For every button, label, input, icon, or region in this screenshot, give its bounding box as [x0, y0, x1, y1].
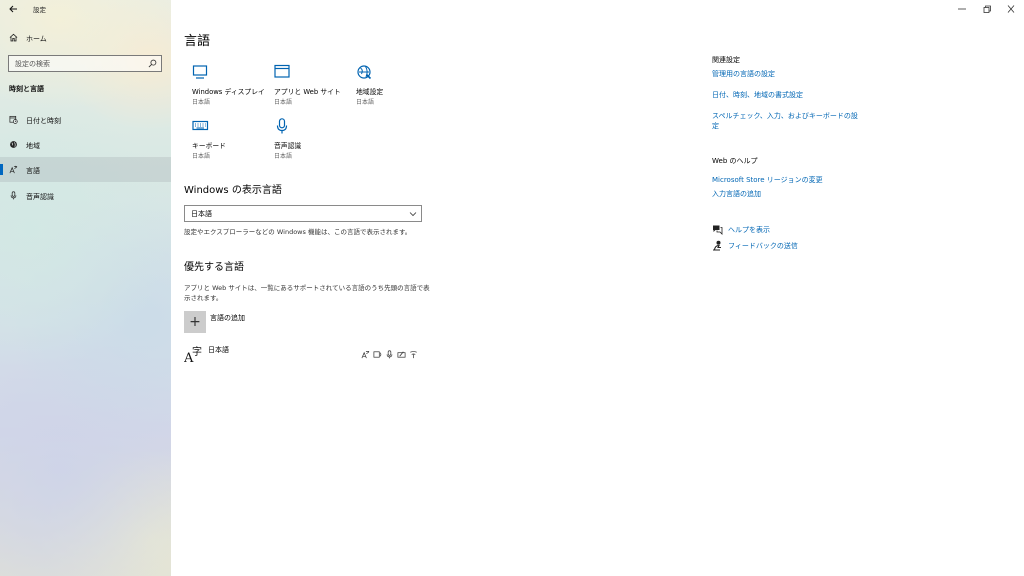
sidebar-item-language[interactable]: 言語: [0, 157, 171, 182]
basic-typing-icon: [409, 344, 418, 359]
sidebar-item-label: 言語: [26, 167, 40, 175]
text-to-speech-icon: [373, 344, 382, 358]
related-settings-heading: 関連設定: [712, 56, 740, 64]
display-language-select[interactable]: 日本語: [184, 205, 422, 222]
back-button[interactable]: [5, 2, 21, 16]
tile-title: キーボード: [192, 142, 226, 150]
back-arrow-icon: [9, 5, 17, 13]
home-icon: [9, 33, 18, 42]
tile-subtitle: 日本語: [274, 153, 293, 160]
add-language-label[interactable]: 言語の追加: [210, 313, 245, 323]
sidebar-item-label: 日付と時刻: [26, 117, 61, 125]
tile-speech[interactable]: 音声認識 日本語: [274, 118, 354, 162]
get-help-label: ヘルプを表示: [728, 226, 770, 234]
display-language-description: 設定やエクスプローラーなどの Windows 機能は、この言語で表示されます。: [184, 228, 412, 236]
tile-windows-display[interactable]: Windows ディスプレイ 日本語: [192, 64, 272, 108]
add-input-language-link[interactable]: 入力言語の追加: [712, 189, 761, 199]
tile-title: 音声認識: [274, 142, 302, 150]
main-content: 言語 Windows ディスプレイ 日本語 アプリと Web サイト 日本語 地…: [171, 0, 1024, 576]
chevron-down-icon: [409, 212, 417, 217]
microphone-icon: [276, 118, 288, 134]
sidebar: 設定 ホーム 設定の検索 時刻と言語 日付と時刻 地域 言語 音声認識: [0, 0, 171, 576]
tile-subtitle: 日本語: [274, 99, 293, 106]
calendar-clock-icon: [9, 115, 18, 124]
add-language-button[interactable]: +: [184, 311, 206, 333]
language-icon: [9, 165, 18, 174]
web-help-heading: Web のヘルプ: [712, 157, 758, 165]
spellcheck-keyboard-link[interactable]: スペルチェック、入力、およびキーボードの設: [712, 111, 858, 121]
tile-subtitle: 日本語: [356, 99, 375, 106]
search-placeholder: 設定の検索: [15, 60, 50, 68]
keyboard-icon: [192, 120, 209, 131]
monitor-icon: [192, 65, 208, 79]
sidebar-item-label: 音声認識: [26, 193, 54, 201]
page-title: 言語: [184, 34, 211, 49]
tile-title: 地域設定: [356, 88, 384, 96]
speech-recognition-icon: [385, 344, 394, 359]
handwriting-icon: [397, 344, 406, 358]
language-glyph-icon: A 字: [184, 345, 202, 364]
date-time-format-link[interactable]: 日付、時刻、地域の書式設定: [712, 90, 803, 100]
title-bar: 設定: [0, 0, 171, 18]
help-chat-icon: [713, 225, 723, 235]
tile-subtitle: 日本語: [192, 153, 211, 160]
globe-icon: [10, 141, 17, 148]
sidebar-item-region[interactable]: 地域: [0, 132, 171, 157]
sidebar-item-date-time[interactable]: 日付と時刻: [0, 107, 171, 132]
preferred-language-description-1: アプリと Web サイトは、一覧にあるサポートされている言語のうち先頭の言語で表: [184, 284, 430, 292]
display-language-heading: Windows の表示言語: [184, 185, 282, 196]
app-window-icon: [274, 64, 290, 78]
search-input[interactable]: 設定の検索: [8, 55, 162, 72]
spellcheck-keyboard-link-continued[interactable]: 定: [712, 121, 719, 131]
language-list-item[interactable]: A 字 日本語: [184, 340, 422, 366]
svg-text:字: 字: [192, 345, 202, 358]
nav-home[interactable]: ホーム: [0, 29, 171, 47]
preferred-language-heading: 優先する言語: [184, 262, 244, 273]
section-title: 時刻と言語: [9, 85, 44, 93]
store-region-link[interactable]: Microsoft Store リージョンの変更: [712, 175, 823, 185]
microphone-icon: [10, 191, 17, 200]
language-name: 日本語: [208, 346, 229, 354]
tile-title: アプリと Web サイト: [274, 88, 341, 96]
region-globe-icon: [357, 65, 372, 80]
display-language-icon: [361, 344, 370, 359]
search-icon: [148, 59, 157, 68]
tile-subtitle: 日本語: [192, 99, 211, 106]
tile-title: Windows ディスプレイ: [192, 88, 265, 96]
language-feature-icons: [361, 344, 418, 359]
display-language-value: 日本語: [191, 210, 212, 218]
tile-apps-websites[interactable]: アプリと Web サイト 日本語: [274, 64, 354, 108]
plus-icon: +: [189, 314, 201, 330]
sidebar-item-speech[interactable]: 音声認識: [0, 183, 171, 208]
sidebar-item-label: 地域: [26, 142, 40, 150]
tile-keyboard[interactable]: キーボード 日本語: [192, 118, 272, 162]
app-title: 設定: [33, 6, 46, 14]
feedback-label: フィードバックの送信: [728, 242, 798, 250]
preferred-language-description-2: 示されます。: [184, 294, 223, 302]
feedback-icon: [713, 240, 721, 251]
admin-language-link[interactable]: 管理用の言語の設定: [712, 69, 775, 79]
nav-home-label: ホーム: [26, 35, 47, 43]
tile-regional-format[interactable]: 地域設定 日本語: [356, 64, 436, 108]
